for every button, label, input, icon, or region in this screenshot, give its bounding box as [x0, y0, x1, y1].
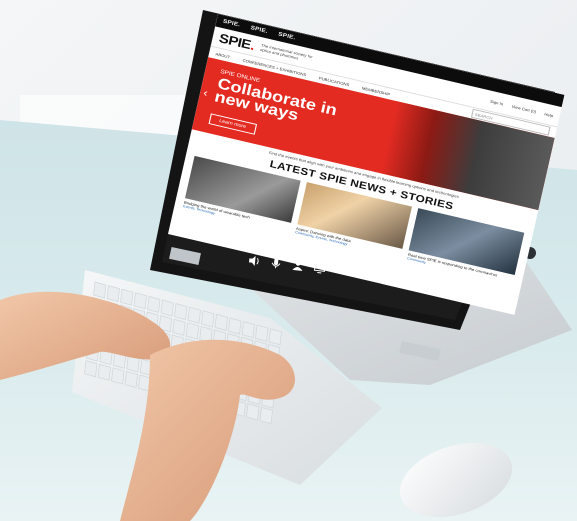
keyboard-key	[106, 285, 120, 303]
keyboard-key	[268, 328, 282, 346]
keyboard-key	[84, 360, 98, 378]
keyboard-key	[147, 295, 161, 313]
keyboard-key	[228, 317, 242, 335]
keyboard-key	[241, 321, 255, 339]
keyboard-key	[172, 318, 186, 336]
keyboard-key	[259, 407, 273, 424]
topbar-tab[interactable]: SPIE.	[250, 25, 268, 34]
help-link[interactable]: Help	[544, 111, 554, 117]
keyboard-key	[185, 322, 200, 340]
topbar-tab[interactable]: SPIE.	[278, 32, 296, 41]
keyboard-key	[133, 292, 147, 310]
keyboard-key	[93, 281, 107, 299]
keyboard-key	[160, 299, 174, 317]
keyboard-key	[174, 303, 188, 321]
keyboard-key	[187, 306, 201, 324]
keyboard-key	[255, 324, 269, 342]
screen-icon[interactable]	[313, 260, 326, 274]
camera-icon[interactable]	[335, 262, 348, 275]
keyboard-key	[246, 403, 260, 421]
keyboard-key	[201, 310, 215, 328]
sign-in-link[interactable]: Sign In	[490, 98, 504, 105]
keyboard-key	[214, 313, 228, 331]
carousel-prev-icon[interactable]: ‹	[202, 86, 209, 99]
keyboard-key	[120, 288, 134, 306]
keyboard-key	[111, 367, 125, 385]
speaker-icon[interactable]	[248, 253, 261, 266]
person-icon[interactable]	[291, 258, 304, 271]
topbar-tab[interactable]: SPIE.	[222, 19, 240, 28]
view-cart-link[interactable]: View Cart (0)	[511, 104, 536, 114]
keyboard-key	[124, 371, 138, 388]
nav-item-about[interactable]: About	[215, 51, 230, 59]
learn-more-button[interactable]: Learn more	[208, 113, 257, 135]
keyboard-key	[97, 363, 111, 381]
microphone-icon[interactable]	[270, 256, 283, 269]
